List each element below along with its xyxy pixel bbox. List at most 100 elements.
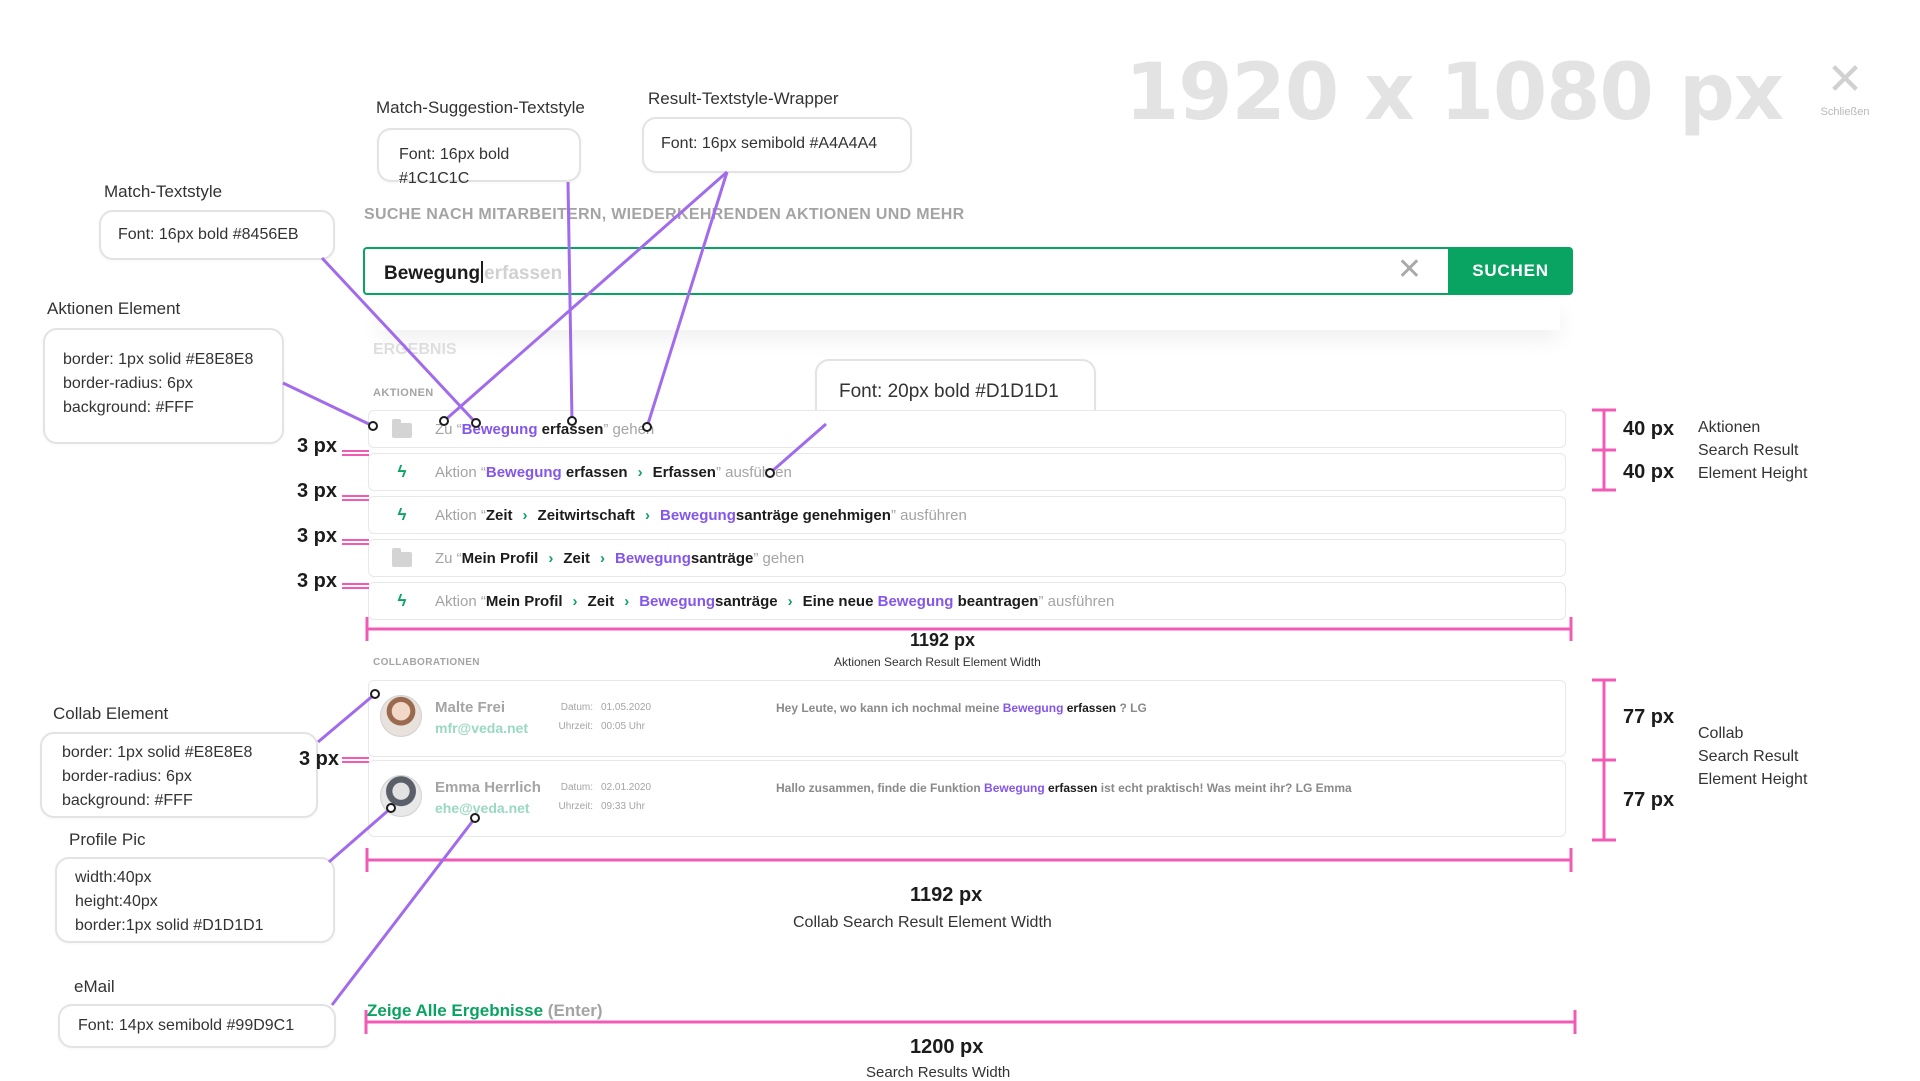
annotation-text: Font: 16px bold #1C1C1C — [399, 146, 510, 187]
suggestion-text: erfassen — [561, 463, 628, 481]
date-label: Datum: — [560, 702, 593, 713]
profile-avatar — [380, 695, 422, 737]
suggestion-text: erfassen — [1063, 701, 1117, 715]
date-label: Datum: — [560, 782, 593, 793]
row-icon-wrap — [369, 548, 435, 567]
date-value: 01.05.2020 — [601, 702, 652, 713]
show-all-hint: (Enter) — [547, 1001, 603, 1020]
pointer — [317, 692, 376, 744]
match-text: Bewegung — [615, 549, 691, 567]
chevron-icon: › — [645, 506, 651, 524]
chevron-icon: › — [637, 463, 643, 481]
search-input[interactable]: Bewegung erfassen ✕ — [363, 247, 1448, 295]
annotation-text: background: #FFF — [63, 399, 194, 416]
search-suggestion-text: erfassen — [484, 263, 563, 284]
aktionen-height-caption: Aktionen Search Result Element Height — [1698, 416, 1807, 485]
annotation-text: Font: 16px semibold #A4A4A4 — [661, 135, 878, 152]
aktion-result-row[interactable]: ϟ Aktion “Zeit › Zeitwirtschaft › Bewegungsan… — [368, 496, 1566, 534]
gap-ticks — [342, 450, 369, 763]
caption-line: Collab — [1698, 725, 1744, 742]
text-prefix: Aktion “ — [435, 463, 486, 481]
match-text: Bewegung — [984, 781, 1045, 795]
row-height-dimension: 40 px — [1623, 418, 1675, 440]
chevron-icon: › — [572, 592, 578, 610]
suggestion-text: santräge genehmigen — [735, 506, 891, 524]
match-text: Bewegung — [485, 463, 562, 481]
text-suffix: ” gehen — [753, 549, 805, 567]
chevron-icon: › — [522, 506, 528, 524]
aktionen-width-caption: Aktionen Search Result Element Width — [834, 655, 1041, 669]
collab-result-row[interactable]: Emma Herrlich ehe@veda.net Datum: 02.01.202… — [368, 760, 1566, 837]
aktionen-width-dimension: 1192 px — [910, 630, 976, 650]
gap-dimension: 3 px — [297, 480, 338, 502]
results-title: ERGEBNIS — [373, 341, 457, 358]
close-button[interactable]: ✕ Schließen — [1820, 58, 1870, 119]
annotation-title-collab-element: Collab Element — [53, 704, 169, 723]
text-prefix: Zu “ — [435, 420, 462, 438]
row-icon-wrap: ϟ — [369, 591, 435, 611]
annotation-aktionen-element: border: 1px solid #E8E8E8 border-radius:… — [43, 328, 284, 444]
aktion-result-row[interactable]: ϟ Aktion “Bewegung erfassen › Erfassen” aus… — [368, 453, 1566, 491]
results-width-caption: Search Results Width — [866, 1064, 1011, 1081]
annotation-text: height:40px — [75, 893, 158, 910]
collab-date: Datum: 02.01.2020 — [549, 782, 689, 793]
row-icon-wrap — [369, 419, 435, 438]
results-width-dimension: 1200 px — [910, 1036, 984, 1058]
caption-line: Search Result — [1698, 442, 1799, 459]
annotation-text: border: 1px solid #E8E8E8 — [62, 744, 253, 761]
clear-icon[interactable]: ✕ — [1397, 255, 1422, 285]
text-caret — [481, 261, 484, 283]
time-value: 00:05 Uhr — [601, 721, 645, 732]
collab-height-caption: Collab Search Result Element Height — [1698, 722, 1807, 791]
message-text: Hallo zusammen, finde die Funktion — [776, 781, 985, 795]
aktion-result-row[interactable]: Zu “Mein Profil › Zeit › Bewegungsanträge” g… — [368, 539, 1566, 577]
show-all-link[interactable]: Zeige Alle Ergebnisse (Enter) — [367, 1001, 603, 1021]
chevron-icon: › — [787, 592, 793, 610]
annotation-title-result-wrapper: Result-Textstyle-Wrapper — [648, 89, 839, 108]
suggestion-text: Mein Profil — [461, 549, 539, 567]
collab-email[interactable]: ehe@veda.net — [435, 800, 530, 816]
search-typed-text: Bewegung — [384, 263, 481, 284]
caption-line: Element Height — [1698, 465, 1808, 482]
annotation-title-email: eMail — [74, 977, 115, 996]
suggestion-text: Zeit — [587, 592, 615, 610]
chevron-icon: › — [624, 592, 630, 610]
annotation-text: Font: 20px bold #D1D1D1 — [839, 381, 1059, 402]
time-value: 09:33 Uhr — [601, 801, 645, 812]
aktionen-label: AKTIONEN — [373, 387, 434, 399]
collab-width-dimension: 1192 px — [910, 884, 983, 906]
bolt-icon: ϟ — [397, 591, 407, 610]
match-text: Bewegung — [660, 506, 736, 524]
aktion-text: Aktion “Zeit › Zeitwirtschaft › Bewegungsant… — [435, 507, 967, 524]
collab-message: Hey Leute, wo kann ich nochmal meine Bew… — [776, 701, 1147, 715]
caption-line: Search Result — [1698, 748, 1799, 765]
annotation-text: background: #FFF — [62, 792, 193, 809]
annotation-text: Font: 16px bold #8456EB — [118, 226, 299, 243]
annotation-match: Font: 16px bold #8456EB — [99, 210, 335, 260]
dimension-title: 1920 x 1080 px — [1125, 48, 1784, 138]
aktion-result-row[interactable]: Zu “Bewegung erfassen” gehen — [368, 410, 1566, 448]
suggestion-text: erfassen — [537, 420, 604, 438]
chevron-icon: › — [600, 549, 606, 567]
collab-time: Uhrzeit: 00:05 Uhr — [549, 721, 689, 732]
aktion-text: Zu “Mein Profil › Zeit › Bewegungsanträge” g… — [435, 550, 804, 567]
gap-dimension: 3 px — [297, 435, 338, 457]
aktion-result-row[interactable]: ϟ Aktion “Mein Profil › Zeit › Bewegungsanträ… — [368, 582, 1566, 620]
collab-height-dimension: 77 px — [1623, 789, 1675, 811]
message-text: ? LG — [1116, 701, 1147, 715]
suggestion-text: Erfassen — [652, 463, 716, 481]
time-label: Uhrzeit: — [558, 721, 593, 732]
suggestion-text: santräge — [715, 592, 778, 610]
collab-width-caption: Collab Search Result Element Width — [793, 914, 1052, 931]
collab-email[interactable]: mfr@veda.net — [435, 720, 528, 736]
annotation-text: border: 1px solid #E8E8E8 — [63, 351, 254, 368]
caption-line: Element Height — [1698, 771, 1808, 788]
annotation-text: Font: 14px semibold #99D9C1 — [78, 1017, 295, 1034]
annotation-text: border-radius: 6px — [62, 768, 192, 785]
search-button[interactable]: SUCHEN — [1448, 247, 1573, 295]
aktion-text: Aktion “Bewegung erfassen › Erfassen” ausf… — [435, 464, 792, 481]
row-icon-wrap: ϟ — [369, 505, 435, 525]
gap-dimension: 3 px — [299, 748, 340, 770]
collab-result-row[interactable]: Malte Frei mfr@veda.net Datum: 01.05.2020 Uh… — [368, 680, 1566, 757]
message-text: Hey Leute, wo kann ich nochmal meine — [776, 701, 1003, 715]
